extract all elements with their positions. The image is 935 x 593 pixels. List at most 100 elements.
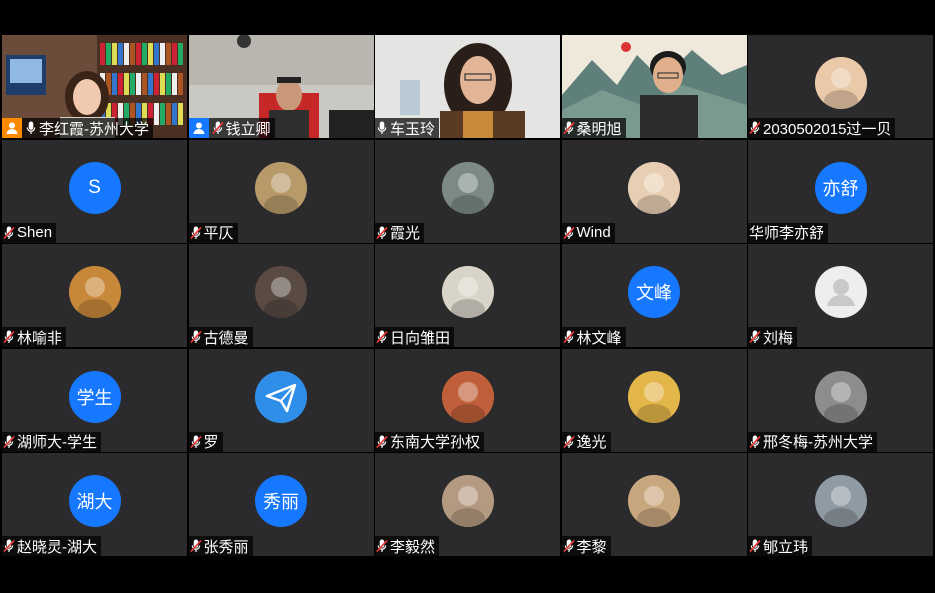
participant-tile[interactable]: 李黎 (561, 453, 747, 556)
participant-tile[interactable]: 邢冬梅-苏州大学 (748, 348, 933, 452)
participant-tile[interactable]: 2030502015过一贝 (748, 35, 933, 138)
participant-avatar (814, 266, 867, 318)
default-user-icon (826, 279, 855, 306)
participant-avatar: 秀丽 (255, 475, 307, 527)
participant-tile[interactable]: 学生湖师大-学生 (2, 348, 187, 452)
avatar-initials: 学生 (76, 387, 113, 408)
participant-tile[interactable]: 钱立卿 (188, 35, 374, 138)
participant-name: 古德曼 (203, 329, 249, 347)
mic-muted-icon (189, 434, 204, 450)
avatar-initials: S (88, 176, 101, 198)
participant-tile[interactable]: 古德曼 (188, 244, 374, 347)
participant-tile[interactable]: 东南大学孙权 (375, 348, 560, 452)
participant-name-label: 郇立玮 (748, 536, 813, 556)
participant-tile[interactable]: 车玉玲 (375, 35, 560, 138)
mic-muted-icon (562, 120, 577, 136)
avatar-initials: 秀丽 (263, 492, 299, 512)
participant-avatar (628, 370, 680, 423)
participant-tile[interactable]: 逸光 (561, 348, 747, 452)
participant-name-label: 林文峰 (561, 327, 626, 347)
participant-name-label: 湖师大-学生 (2, 431, 101, 452)
participant-tile[interactable]: 湖大赵晓灵-湖大 (2, 453, 187, 556)
participant-grid: 李红霞-苏州大学 钱立卿 车玉玲 桑明旭 2030502015过一贝 S Shen 平仄 霞光 W… (2, 35, 933, 558)
participant-name: Wind (576, 224, 611, 241)
participant-avatar (628, 161, 680, 214)
participant-tile[interactable]: 李红霞-苏州大学 (2, 35, 187, 138)
participant-avatar (814, 370, 867, 423)
participant-name: 李黎 (576, 538, 607, 556)
participant-name-label: Wind (561, 222, 615, 243)
participant-name: 李毅然 (390, 538, 436, 556)
profile-photo (441, 370, 494, 423)
mic-muted-icon (189, 225, 204, 241)
participant-name: 钱立卿 (225, 120, 271, 138)
mic-muted-icon (376, 329, 390, 345)
participant-name: 罗 (203, 434, 219, 451)
participant-name: 李红霞-苏州大学 (39, 120, 149, 138)
mic-muted-icon (376, 225, 390, 241)
mic-muted-icon (376, 538, 390, 554)
participant-name-label: 罗 (188, 431, 223, 452)
participant-name: 平仄 (203, 225, 234, 242)
mic-muted-icon (749, 120, 763, 136)
paper-plane-icon (255, 370, 307, 423)
participant-tile[interactable]: 郇立玮 (748, 453, 933, 556)
avatar-initials: 文峰 (636, 283, 672, 303)
participant-avatar (441, 475, 494, 527)
participant-name: 逸光 (576, 434, 607, 451)
participant-name-label: 张秀丽 (188, 536, 253, 556)
mic-muted-icon (3, 434, 17, 450)
participant-tile[interactable]: 霞光 (375, 139, 560, 243)
participant-avatar (255, 370, 307, 423)
participant-name-label: 赵晓灵-湖大 (2, 536, 101, 556)
participant-tile[interactable]: 刘梅 (748, 244, 933, 347)
mic-muted-icon (562, 434, 577, 450)
participant-name: 霞光 (390, 225, 421, 242)
participant-tile[interactable]: 罗 (188, 348, 374, 452)
mic-muted-icon (562, 225, 577, 241)
profile-photo (68, 266, 121, 318)
participant-tile[interactable]: 李毅然 (375, 453, 560, 556)
participant-avatar: 湖大 (68, 475, 121, 527)
participant-name-label: 钱立卿 (188, 118, 275, 138)
participant-name-label: 逸光 (561, 431, 611, 452)
participant-avatar (255, 161, 307, 214)
participant-name-label: 东南大学孙权 (375, 431, 485, 452)
participant-name-label: 邢冬梅-苏州大学 (748, 431, 877, 452)
participant-avatar (441, 161, 494, 214)
mic-muted-icon (749, 538, 763, 554)
participant-name: 华师李亦舒 (749, 225, 825, 242)
participant-name: 林文峰 (576, 329, 622, 347)
participant-tile[interactable]: 亦舒华师李亦舒 (748, 139, 933, 243)
participant-name: 刘梅 (763, 329, 794, 347)
participant-name-label: 林喻非 (2, 327, 67, 347)
profile-photo (255, 266, 307, 318)
participant-tile[interactable]: S Shen (2, 139, 187, 243)
participant-avatar (814, 475, 867, 527)
mic-muted-icon (3, 538, 17, 554)
mic-muted-icon (189, 329, 204, 345)
participant-tile[interactable]: 桑明旭 (561, 35, 747, 138)
profile-photo (628, 161, 680, 214)
participant-tile[interactable]: 日向雏田 (375, 244, 560, 347)
participant-name: 赵晓灵-湖大 (17, 538, 97, 556)
participant-name: 2030502015过一贝 (763, 120, 892, 138)
participant-tile[interactable]: 文峰林文峰 (561, 244, 747, 347)
participant-name: 林喻非 (17, 329, 63, 347)
participant-name-label: 李红霞-苏州大学 (2, 118, 153, 138)
participant-avatar (814, 57, 867, 109)
participant-name-label: 李黎 (561, 536, 611, 556)
participant-name: 邢冬梅-苏州大学 (763, 434, 873, 451)
participant-name: 湖师大-学生 (17, 434, 97, 451)
participant-tile[interactable]: Wind (561, 139, 747, 243)
participant-avatar: 文峰 (628, 266, 680, 318)
participant-name: 日向雏田 (390, 329, 451, 347)
participant-tile[interactable]: 平仄 (188, 139, 374, 243)
participant-avatar: 亦舒 (814, 161, 867, 214)
participant-name-label: 桑明旭 (561, 118, 626, 138)
participant-tile[interactable]: 林喻非 (2, 244, 187, 347)
participant-name-label: 霞光 (375, 222, 425, 243)
participant-tile[interactable]: 秀丽张秀丽 (188, 453, 374, 556)
participant-name-label: Shen (2, 222, 57, 243)
mic-muted-icon (189, 538, 204, 554)
